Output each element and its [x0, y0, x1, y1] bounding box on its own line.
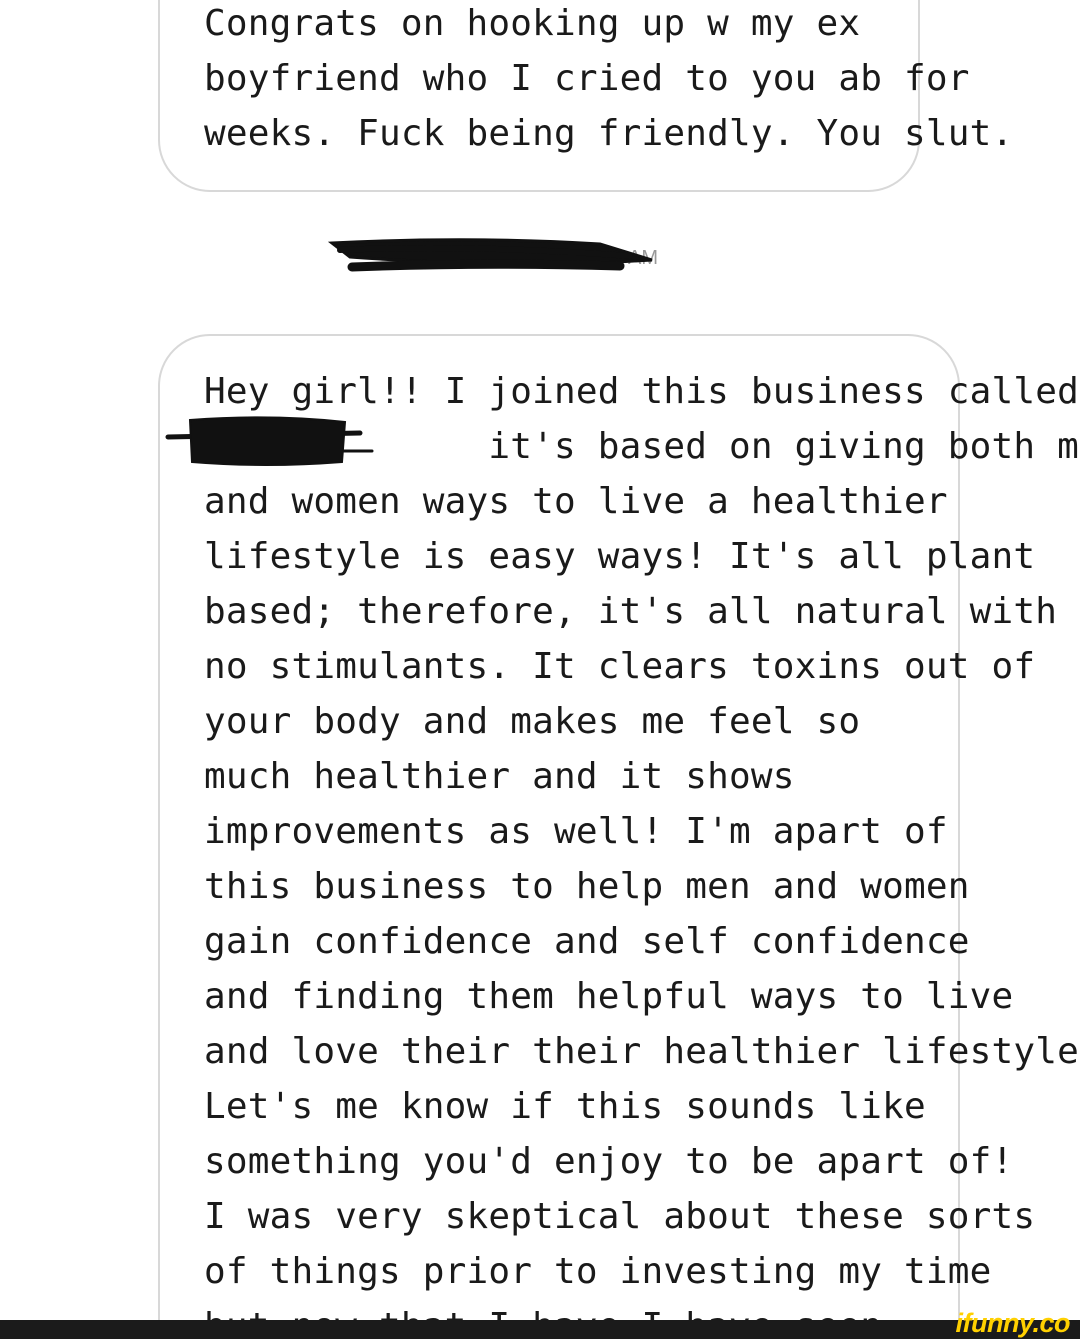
name-redaction — [165, 416, 374, 466]
conversation-view: Congrats on hooking up w my ex boyfriend… — [0, 0, 1080, 1320]
ifunny-watermark: ifunny.co — [955, 1308, 1071, 1338]
footer-bar — [0, 1320, 1080, 1339]
redaction-scribbles — [165, 238, 653, 466]
timestamp-redaction — [327, 238, 653, 272]
